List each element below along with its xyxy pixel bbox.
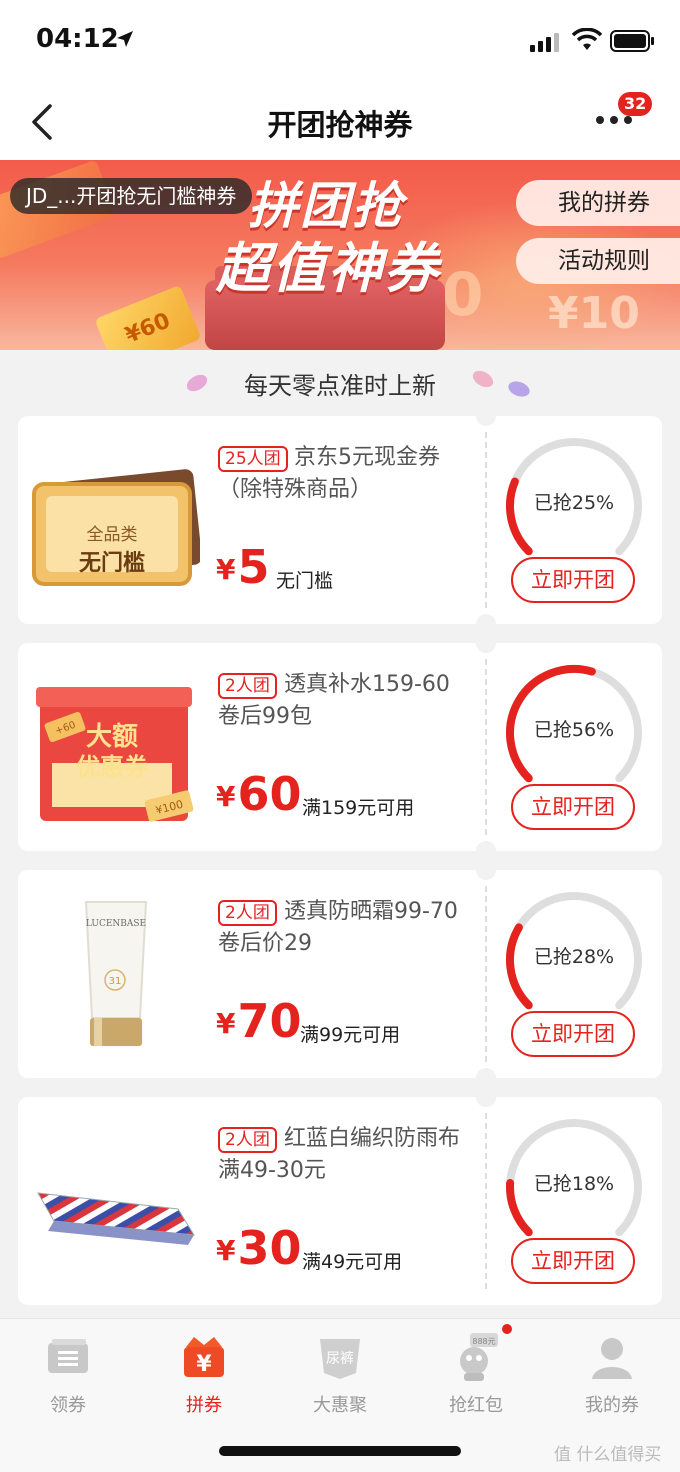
progress-label: 已抢18% bbox=[533, 1173, 615, 1195]
thumb-spf: 31 bbox=[109, 976, 122, 987]
red-packet-mascot-icon: 888元 bbox=[460, 1333, 498, 1381]
coin-decor-2: ¥10 bbox=[548, 288, 640, 339]
divider bbox=[485, 886, 487, 1062]
thumb-text-1: 全品类 bbox=[87, 525, 138, 545]
divider bbox=[485, 659, 487, 835]
status-time: 04:12 bbox=[36, 24, 119, 54]
progress-label: 已抢28% bbox=[533, 946, 615, 968]
person-icon bbox=[592, 1338, 632, 1379]
notification-dot bbox=[502, 1324, 512, 1334]
coupon-card[interactable]: 全品类 无门槛 京东5元现金券（除特殊商品） 25人团 ¥5 无门槛 已抢25%… bbox=[18, 406, 662, 634]
thumb-text-2: 优惠券 bbox=[76, 753, 149, 781]
coupon-price: ¥5 bbox=[216, 540, 270, 594]
yen-glyph: ¥ bbox=[196, 1352, 212, 1377]
thumb-text-2: 无门槛 bbox=[79, 550, 145, 576]
voucher-thumbnail-icon: 全品类 无门槛 bbox=[32, 469, 200, 586]
card-notch bbox=[476, 406, 496, 426]
start-group-button[interactable]: 立即开团 bbox=[511, 557, 635, 603]
banner-headline-2: 超值神券 bbox=[216, 237, 440, 300]
tab-label: 抢红包 bbox=[449, 1395, 503, 1416]
coupon-icon bbox=[48, 1339, 88, 1373]
location-arrow-icon bbox=[117, 31, 133, 47]
coupon-condition: 满49元可用 bbox=[302, 1251, 403, 1273]
tab-label: 大惠聚 bbox=[313, 1395, 367, 1416]
coupon-card[interactable]: 大额 优惠券 +60 ¥100 透真补水159-60卷后99包 2人团 ¥60 … bbox=[18, 633, 662, 861]
card-notch bbox=[476, 1068, 496, 1088]
packet-amount: 888元 bbox=[472, 1337, 495, 1346]
tab-my-coupons[interactable]: 我的券 bbox=[544, 1331, 680, 1421]
coupon-price: ¥60 bbox=[216, 767, 302, 821]
watermark: 值 什么值得买 bbox=[554, 1445, 662, 1465]
my-coupons-button[interactable]: 我的拼券 bbox=[516, 180, 680, 226]
tarp-thumbnail bbox=[37, 1192, 195, 1245]
battery-icon bbox=[610, 30, 654, 52]
wifi-icon bbox=[572, 28, 602, 50]
rules-button[interactable]: 活动规则 bbox=[516, 238, 680, 284]
card-notch bbox=[476, 614, 496, 634]
tab-label: 领券 bbox=[50, 1395, 86, 1416]
subtitle-row: 每天零点准时上新 bbox=[0, 350, 680, 416]
tab-red-packet[interactable]: 888元 抢红包 bbox=[408, 1331, 544, 1421]
group-size-tag: 2人团 bbox=[218, 900, 277, 926]
status-bar: 04:12 bbox=[0, 0, 680, 84]
sunscreen-tube-thumbnail: LUCENBASE 31 bbox=[84, 901, 148, 1046]
coupon-price: ¥70 bbox=[216, 994, 302, 1048]
coupon-card[interactable]: 红蓝白编织防雨布满49-30元 2人团 ¥30 满49元可用 已抢18% 立即开… bbox=[18, 1087, 662, 1305]
start-group-button[interactable]: 立即开团 bbox=[511, 1011, 635, 1057]
subtitle: 每天零点准时上新 bbox=[244, 372, 436, 400]
nav-bar: 开团抢神券 bbox=[0, 84, 680, 160]
card-notch bbox=[476, 1087, 496, 1107]
page-title: 开团抢神券 bbox=[267, 108, 413, 142]
thumb-text-1: 大额 bbox=[86, 722, 138, 752]
card-notch bbox=[476, 860, 496, 880]
progress-label: 已抢56% bbox=[533, 719, 615, 741]
diaper-icon: 尿裤 bbox=[320, 1339, 360, 1379]
tab-label: 拼券 bbox=[186, 1395, 222, 1416]
divider bbox=[485, 1113, 487, 1289]
card-notch bbox=[476, 633, 496, 653]
coupon-condition: 满159元可用 bbox=[302, 797, 415, 819]
ticket-60-decor: ¥60 bbox=[94, 284, 202, 350]
coupon-card[interactable]: LUCENBASE 31 透真防晒霜99-70卷后价29 2人团 ¥70 满99… bbox=[18, 860, 662, 1088]
tab-big-deals[interactable]: 尿裤 大惠聚 bbox=[272, 1331, 408, 1421]
progress-label: 已抢25% bbox=[533, 492, 615, 514]
diaper-text: 尿裤 bbox=[326, 1351, 354, 1367]
tab-group-coupons[interactable]: ¥ 拼券 bbox=[136, 1331, 272, 1421]
message-badge: 32 bbox=[618, 92, 653, 116]
thumb-brand: LUCENBASE bbox=[86, 919, 146, 929]
coupon-price: ¥30 bbox=[216, 1221, 302, 1275]
group-size-tag: 2人团 bbox=[218, 673, 277, 699]
home-indicator bbox=[219, 1446, 461, 1456]
cellular-signal-icon bbox=[530, 33, 559, 52]
big-coupon-thumbnail-icon: 大额 优惠券 +60 ¥100 bbox=[36, 687, 194, 822]
yen-bag-icon: ¥ bbox=[184, 1337, 224, 1377]
scrolling-notice: JD_...开团抢无门槛神券 bbox=[10, 178, 253, 214]
card-notch bbox=[476, 841, 496, 861]
start-group-button[interactable]: 立即开团 bbox=[511, 1238, 635, 1284]
group-size-tag: 25人团 bbox=[218, 446, 288, 472]
coupon-condition: 无门槛 bbox=[276, 570, 334, 592]
coupon-condition: 满99元可用 bbox=[300, 1024, 401, 1046]
tab-coupons[interactable]: 领券 bbox=[0, 1331, 136, 1421]
group-size-tag: 2人团 bbox=[218, 1127, 277, 1153]
divider bbox=[485, 432, 487, 608]
tab-label: 我的券 bbox=[585, 1395, 639, 1416]
start-group-button[interactable]: 立即开团 bbox=[511, 784, 635, 830]
